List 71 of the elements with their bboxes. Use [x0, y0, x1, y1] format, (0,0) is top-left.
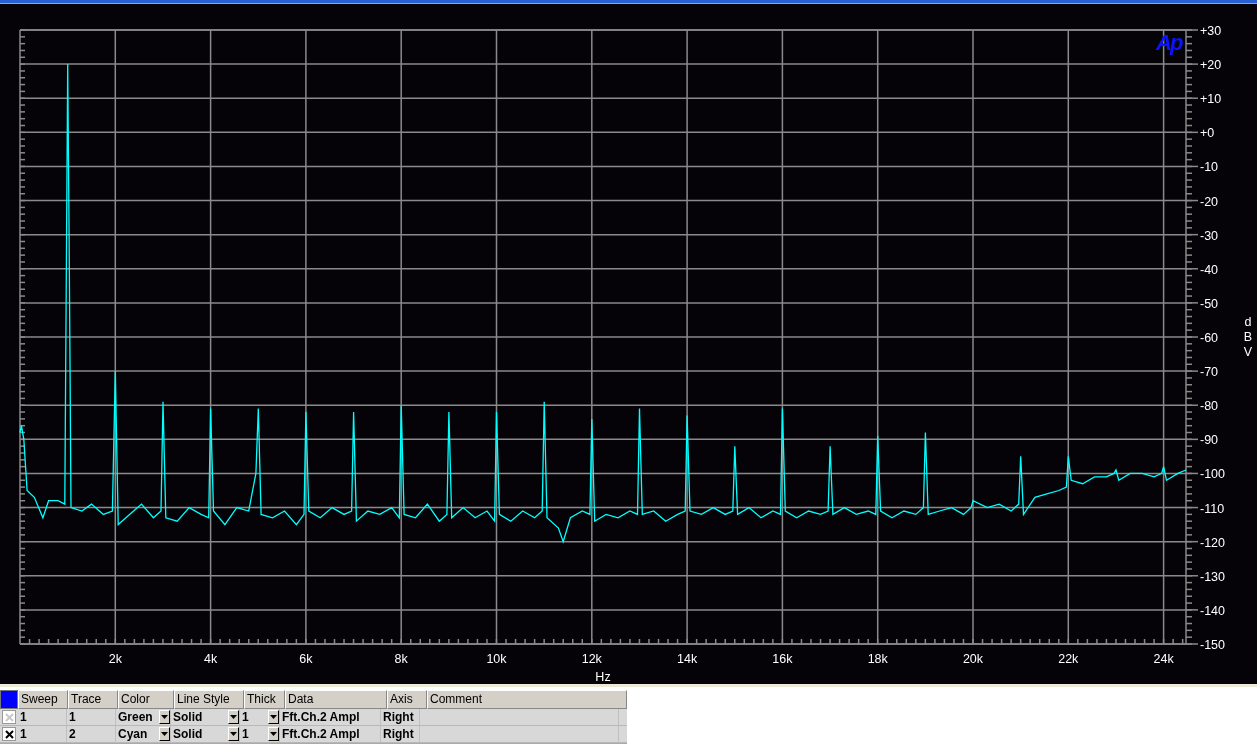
- y-tick-label: -110: [1200, 501, 1225, 516]
- column-header[interactable]: Sweep: [18, 690, 68, 709]
- caret-icon: [161, 715, 168, 719]
- x-tick-label: 22k: [1058, 652, 1079, 666]
- select-all-cell[interactable]: [0, 690, 18, 709]
- table-cell: Fft.Ch.2 Ampl: [282, 709, 360, 725]
- dropdown-button[interactable]: [159, 710, 170, 724]
- table-cell: Fft.Ch.2 Ampl: [282, 726, 360, 742]
- x-tick-label: 10k: [486, 652, 507, 666]
- dropdown-button[interactable]: [228, 727, 239, 741]
- column-header[interactable]: Axis: [387, 690, 427, 709]
- caret-icon: [270, 732, 277, 736]
- caret-icon: [161, 732, 168, 736]
- caret-icon: [230, 715, 237, 719]
- x-tick-label: 12k: [581, 652, 602, 666]
- column-header[interactable]: Trace: [68, 690, 118, 709]
- y-tick-label: -70: [1200, 365, 1219, 380]
- column-header[interactable]: Comment: [427, 690, 627, 709]
- x-tick-label: 16k: [772, 652, 793, 666]
- table-cell: 1: [69, 709, 76, 725]
- y-tick-label: -50: [1200, 296, 1219, 311]
- x-tick-label: 20k: [962, 652, 984, 666]
- y-tick-label: -60: [1200, 331, 1219, 345]
- x-tick-label: 6k: [299, 652, 313, 666]
- column-header[interactable]: Data: [285, 690, 387, 709]
- table-cell: 1: [242, 726, 249, 742]
- y-axis-label: dBV: [1243, 315, 1253, 359]
- dropdown-button[interactable]: [159, 727, 170, 741]
- x-tick-label: 8k: [394, 652, 408, 666]
- y-tick-label: -120: [1200, 535, 1226, 550]
- y-tick-label: -100: [1200, 467, 1226, 482]
- dropdown-button[interactable]: [228, 710, 239, 724]
- column-header[interactable]: Thick: [244, 690, 285, 709]
- dropdown-button[interactable]: [268, 727, 279, 741]
- caret-icon: [270, 715, 277, 719]
- y-tick-label: -150: [1200, 638, 1226, 652]
- table-cell: Solid: [173, 709, 203, 725]
- y-tick-label: -80: [1200, 399, 1219, 414]
- y-tick-label: +20: [1200, 58, 1222, 73]
- table-cell: Right: [383, 726, 414, 742]
- y-tick-label: +30: [1200, 24, 1222, 38]
- x-tick-label: 18k: [867, 652, 888, 666]
- table-cell: 1: [20, 726, 27, 742]
- y-tick-label: -30: [1200, 228, 1219, 243]
- column-header[interactable]: Line Style: [174, 690, 244, 709]
- x-axis-label: Hz: [595, 670, 611, 684]
- x-tick-label: 24k: [1153, 652, 1174, 666]
- x-tick-label: 4k: [204, 652, 218, 666]
- table-cell: Cyan: [118, 726, 148, 742]
- x-tick-label: 14k: [677, 652, 698, 666]
- trace-checkbox[interactable]: [2, 727, 16, 741]
- table-cell: 1: [20, 709, 27, 725]
- y-tick-label: -130: [1200, 569, 1226, 584]
- table-cell: Right: [383, 709, 414, 725]
- y-tick-label: -140: [1200, 603, 1226, 618]
- y-tick-label: -20: [1200, 194, 1219, 209]
- table-cell: 1: [242, 709, 249, 725]
- y-tick-label: -40: [1200, 262, 1219, 277]
- table-cell: Solid: [173, 726, 203, 742]
- table-cell: 2: [69, 726, 76, 742]
- column-header[interactable]: Color: [118, 690, 174, 709]
- y-tick-label: +10: [1200, 92, 1222, 107]
- trace-checkbox[interactable]: [2, 710, 16, 724]
- x-tick-label: 2k: [108, 652, 122, 666]
- y-tick-label: -90: [1200, 433, 1219, 448]
- table-cell: Green: [118, 709, 153, 725]
- y-tick-label: -10: [1200, 160, 1219, 175]
- y-tick-label: +0: [1200, 126, 1215, 141]
- dropdown-button[interactable]: [268, 710, 279, 724]
- caret-icon: [230, 732, 237, 736]
- logo: Ap: [1156, 30, 1182, 55]
